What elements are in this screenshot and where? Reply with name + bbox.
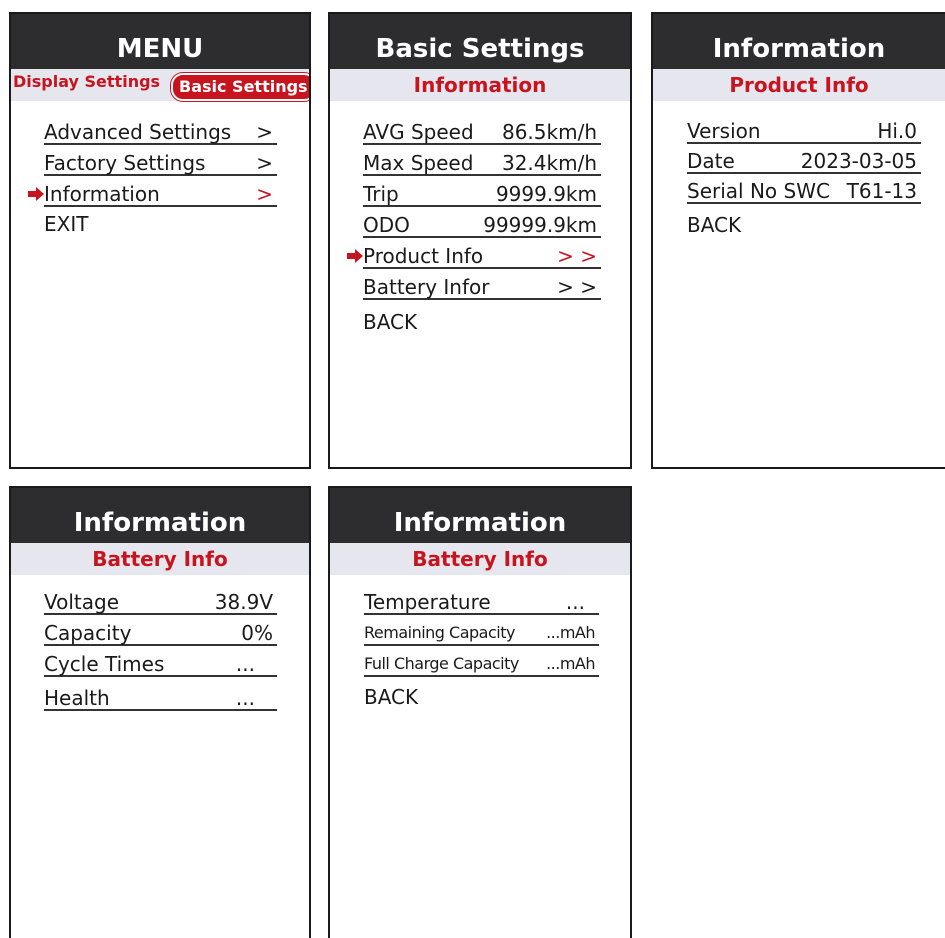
row-value: ... bbox=[565, 590, 585, 614]
basic-settings-panel: Basic Settings Information AVG Speed 86.… bbox=[328, 12, 632, 469]
serial-no-row: Serial No SWC T61-13 bbox=[687, 176, 921, 204]
back-item[interactable]: BACK bbox=[364, 682, 599, 710]
date-row: Date 2023-03-05 bbox=[687, 146, 921, 174]
battery-info-panel-1: Information Battery Info Voltage 38.9V C… bbox=[9, 486, 311, 938]
panel-subtitle: Battery Info bbox=[330, 543, 630, 575]
row-label: BACK bbox=[364, 685, 419, 709]
cycle-times-row: Cycle Times ... bbox=[44, 649, 277, 677]
row-label: Capacity bbox=[44, 621, 132, 645]
menu-item-information[interactable]: Information > bbox=[28, 179, 277, 207]
row-value: T61-13 bbox=[846, 179, 917, 203]
product-info-panel: Information Product Info Version Hi.0 Da… bbox=[651, 12, 945, 469]
row-value: 32.4km/h bbox=[501, 151, 597, 175]
tab-basic-settings[interactable]: Basic Settings bbox=[171, 73, 309, 101]
panel-subtitle: Information bbox=[330, 69, 630, 101]
battery-info-panel-2: Information Battery Info Temperature ...… bbox=[328, 486, 632, 938]
row-value: 2023-03-05 bbox=[800, 149, 917, 173]
capacity-row: Capacity 0% bbox=[44, 618, 277, 646]
row-label: Max Speed bbox=[363, 151, 474, 175]
panel-subtitle: Product Info bbox=[653, 69, 945, 101]
double-chevron-right-icon: > > bbox=[557, 244, 597, 268]
tab-display-settings[interactable]: Display Settings bbox=[13, 72, 160, 91]
menu-item-label: EXIT bbox=[44, 212, 89, 236]
menu-item-label: Factory Settings bbox=[44, 151, 206, 175]
right-arrow-icon bbox=[28, 187, 44, 201]
menu-item-factory-settings[interactable]: Factory Settings > bbox=[44, 148, 277, 176]
odo-row: ODO 99999.9km bbox=[363, 210, 601, 238]
row-value: ... bbox=[235, 652, 255, 676]
row-value: ...mAh bbox=[546, 623, 595, 642]
row-value: 38.9V bbox=[214, 590, 273, 614]
menu-item-advanced-settings[interactable]: Advanced Settings > bbox=[44, 117, 277, 145]
version-row: Version Hi.0 bbox=[687, 116, 921, 144]
panel-title: Basic Settings bbox=[330, 14, 630, 69]
row-label: Trip bbox=[363, 182, 399, 206]
row-label: Voltage bbox=[44, 590, 120, 614]
row-label: Version bbox=[687, 119, 761, 143]
panel-title: Information bbox=[330, 488, 630, 543]
row-label: Cycle Times bbox=[44, 652, 165, 676]
chevron-right-icon: > bbox=[256, 182, 273, 206]
chevron-right-icon: > bbox=[256, 151, 273, 175]
voltage-row: Voltage 38.9V bbox=[44, 587, 277, 615]
chevron-right-icon: > bbox=[256, 120, 273, 144]
remaining-capacity-row: Remaining Capacity ...mAh bbox=[364, 618, 599, 646]
battery-infor-item[interactable]: Battery Infor > > bbox=[363, 272, 601, 300]
menu-tab-bar: Display Settings Basic Settings bbox=[11, 69, 309, 101]
panel-title: Information bbox=[653, 14, 945, 69]
row-label: ODO bbox=[363, 213, 410, 237]
row-label: Serial No SWC bbox=[687, 179, 830, 203]
back-item[interactable]: BACK bbox=[687, 210, 921, 238]
product-info-item[interactable]: Product Info > > bbox=[347, 241, 601, 269]
row-label: BACK bbox=[687, 213, 742, 237]
panel-subtitle: Battery Info bbox=[11, 543, 309, 575]
double-chevron-right-icon: > > bbox=[557, 275, 597, 299]
right-arrow-icon bbox=[347, 249, 363, 263]
max-speed-row: Max Speed 32.4km/h bbox=[363, 148, 601, 176]
row-value: ... bbox=[235, 686, 255, 710]
health-row: Health ... bbox=[44, 683, 277, 711]
menu-title: MENU bbox=[11, 14, 309, 69]
menu-item-label: Information bbox=[44, 182, 160, 206]
row-label: Full Charge Capacity bbox=[364, 654, 519, 673]
row-label: Health bbox=[44, 686, 110, 710]
menu-item-exit[interactable]: EXIT bbox=[44, 209, 277, 237]
back-item[interactable]: BACK bbox=[363, 307, 601, 335]
row-value: 0% bbox=[241, 621, 273, 645]
panel-title: Information bbox=[11, 488, 309, 543]
row-label: AVG Speed bbox=[363, 120, 474, 144]
row-label: Date bbox=[687, 149, 735, 173]
full-charge-capacity-row: Full Charge Capacity ...mAh bbox=[364, 649, 599, 677]
trip-row: Trip 9999.9km bbox=[363, 179, 601, 207]
row-label: Product Info bbox=[363, 244, 484, 268]
row-value: 86.5km/h bbox=[501, 120, 597, 144]
row-label: Temperature bbox=[364, 590, 491, 614]
row-label: Remaining Capacity bbox=[364, 623, 515, 642]
avg-speed-row: AVG Speed 86.5km/h bbox=[363, 117, 601, 145]
row-label: Battery Infor bbox=[363, 275, 490, 299]
row-label: BACK bbox=[363, 310, 418, 334]
row-value: 99999.9km bbox=[483, 213, 597, 237]
row-value: Hi.0 bbox=[877, 119, 917, 143]
row-value: 9999.9km bbox=[495, 182, 597, 206]
temperature-row: Temperature ... bbox=[364, 587, 599, 615]
row-value: ...mAh bbox=[546, 654, 595, 673]
menu-item-label: Advanced Settings bbox=[44, 120, 232, 144]
menu-panel: MENU Display Settings Basic Settings Adv… bbox=[9, 12, 311, 469]
